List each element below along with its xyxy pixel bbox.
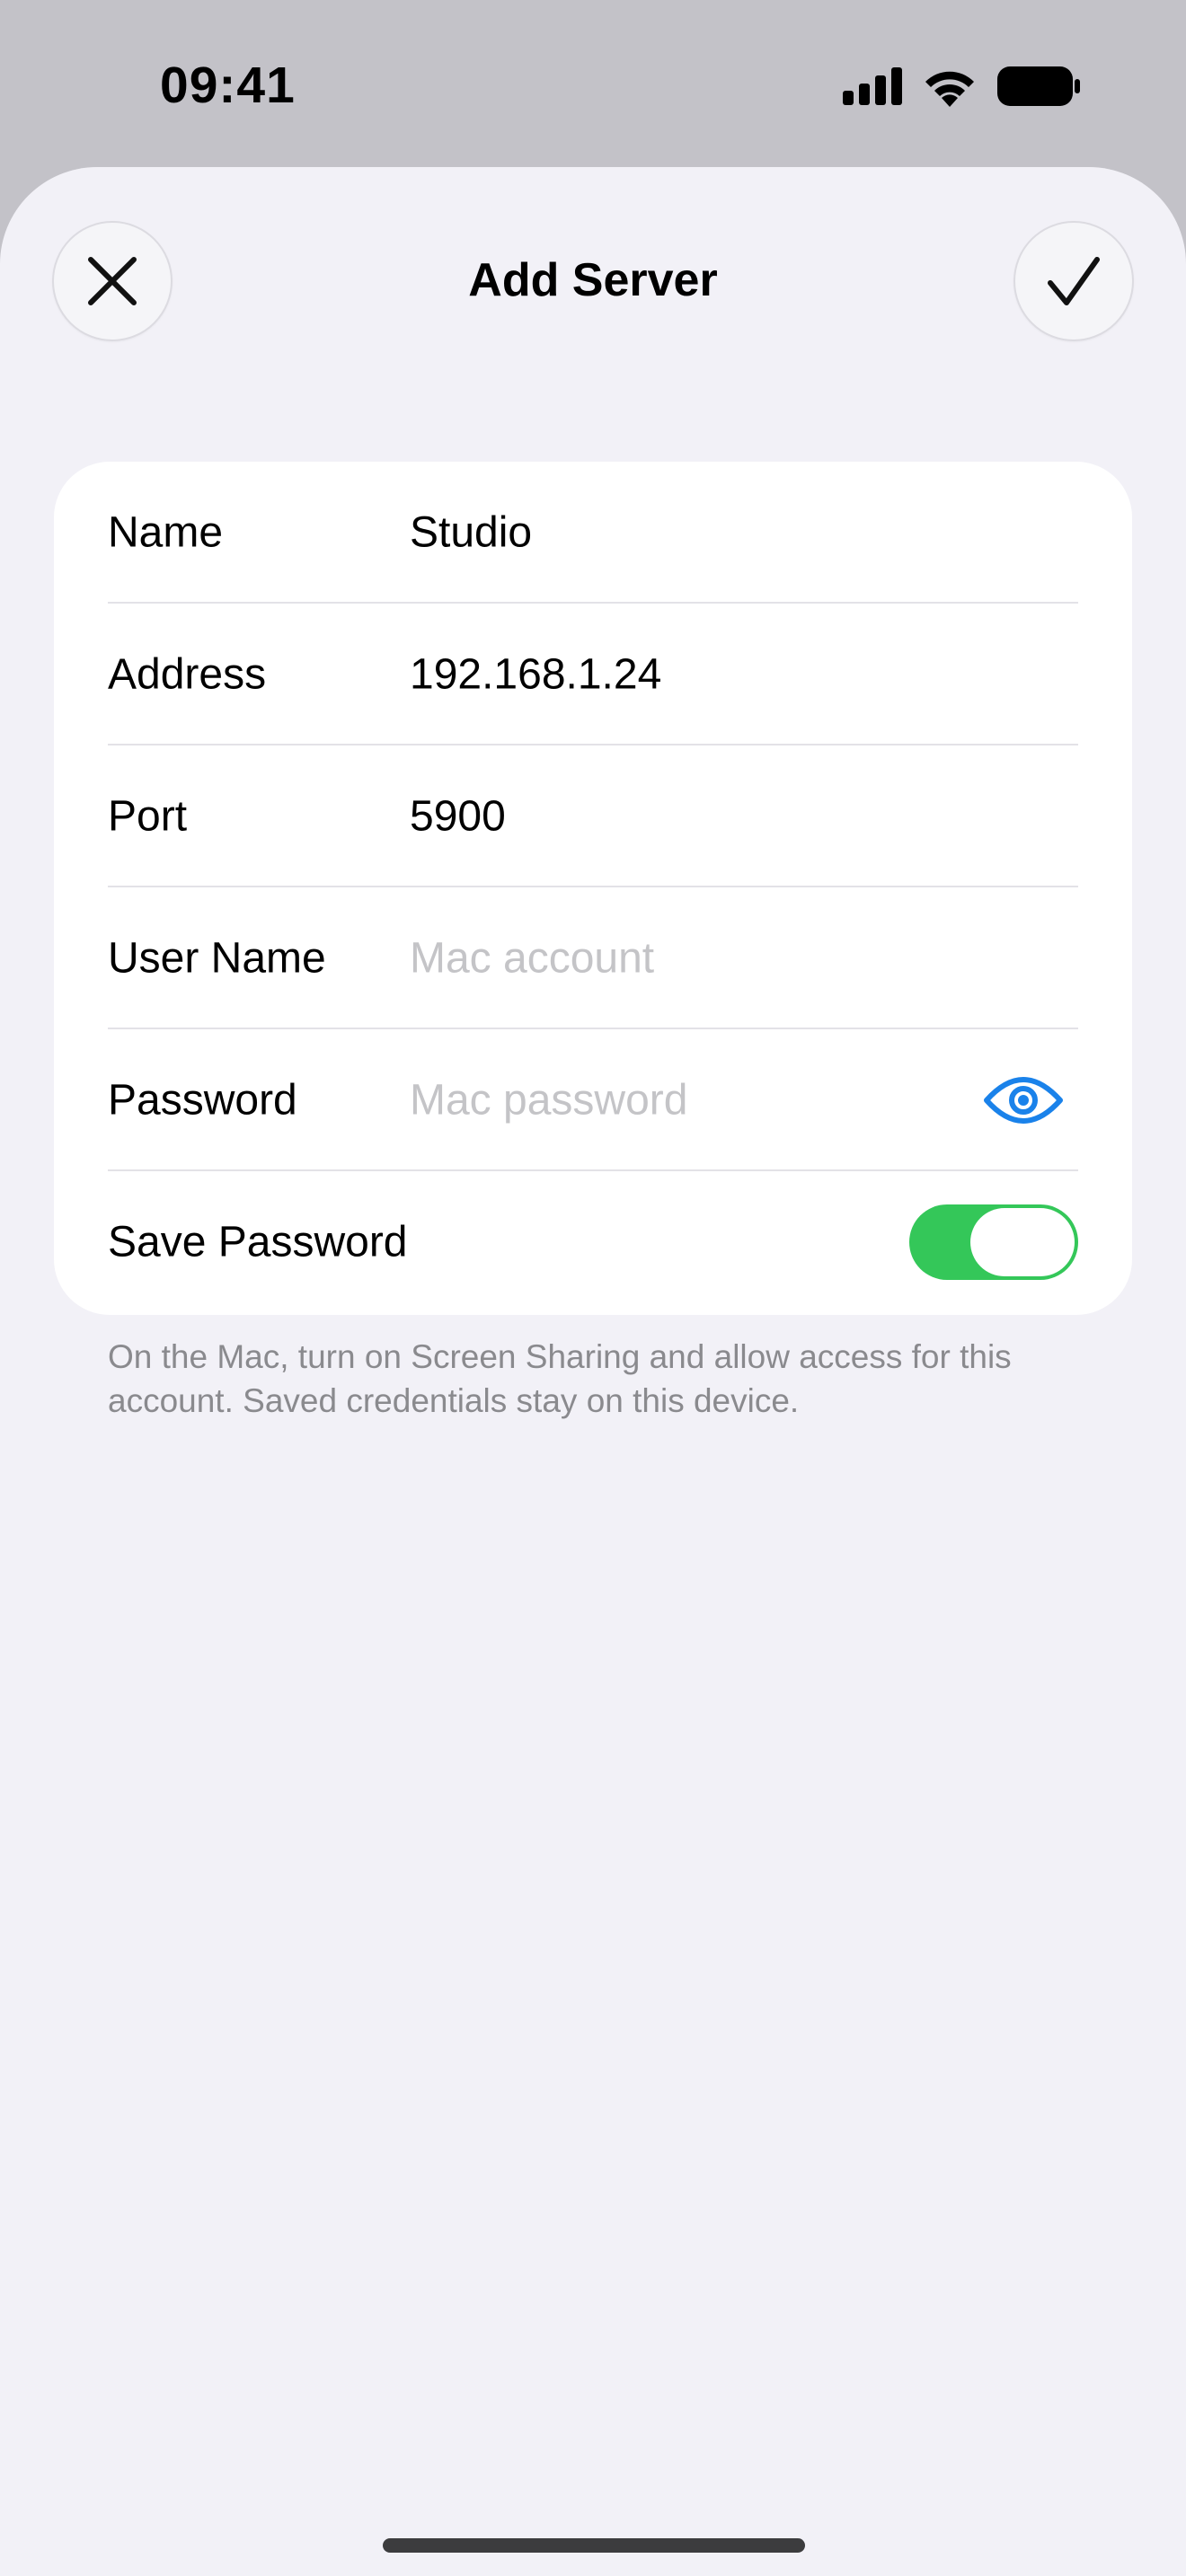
- wifi-icon: [925, 71, 974, 107]
- user-name-label: User Name: [108, 934, 326, 983]
- port-field[interactable]: 5900: [410, 792, 506, 842]
- server-form-card: Name Studio Address 192.168.1.24 Port 59…: [54, 462, 1132, 1315]
- address-label: Address: [108, 650, 267, 699]
- name-field[interactable]: Studio: [410, 508, 532, 558]
- save-password-toggle[interactable]: [909, 1204, 1078, 1280]
- done-button[interactable]: [1013, 221, 1134, 341]
- status-icons: [843, 61, 1080, 111]
- address-row: Address 192.168.1.24: [54, 604, 1132, 745]
- user-name-row: User Name Mac account: [54, 887, 1132, 1029]
- password-label: Password: [108, 1076, 297, 1125]
- battery-icon: [997, 66, 1080, 106]
- address-field[interactable]: 192.168.1.24: [410, 650, 661, 700]
- name-row: Name Studio: [54, 462, 1132, 604]
- home-indicator: [383, 2538, 805, 2553]
- save-password-label: Save Password: [108, 1218, 408, 1266]
- user-name-field[interactable]: Mac account: [410, 934, 654, 984]
- status-bar: 09:41: [0, 0, 1186, 167]
- port-row: Port 5900: [54, 745, 1132, 887]
- status-time: 09:41: [160, 57, 296, 114]
- port-label: Port: [108, 792, 188, 841]
- toggle-knob: [970, 1208, 1075, 1276]
- show-password-button[interactable]: [983, 1073, 1064, 1127]
- add-server-sheet: Add Server Name Studio Address 192.168.1…: [0, 167, 1186, 2576]
- eye-icon: [984, 1077, 1063, 1124]
- sheet-title: Add Server: [468, 254, 718, 306]
- form-footnote: On the Mac, turn on Screen Sharing and a…: [108, 1338, 1012, 1419]
- password-row: Password Mac password: [54, 1029, 1132, 1171]
- checkmark-icon: [1048, 257, 1100, 305]
- cellular-signal-icon: [843, 67, 902, 105]
- name-label: Name: [108, 508, 224, 557]
- password-field[interactable]: Mac password: [410, 1076, 687, 1125]
- save-password-row: Save Password: [54, 1171, 1132, 1313]
